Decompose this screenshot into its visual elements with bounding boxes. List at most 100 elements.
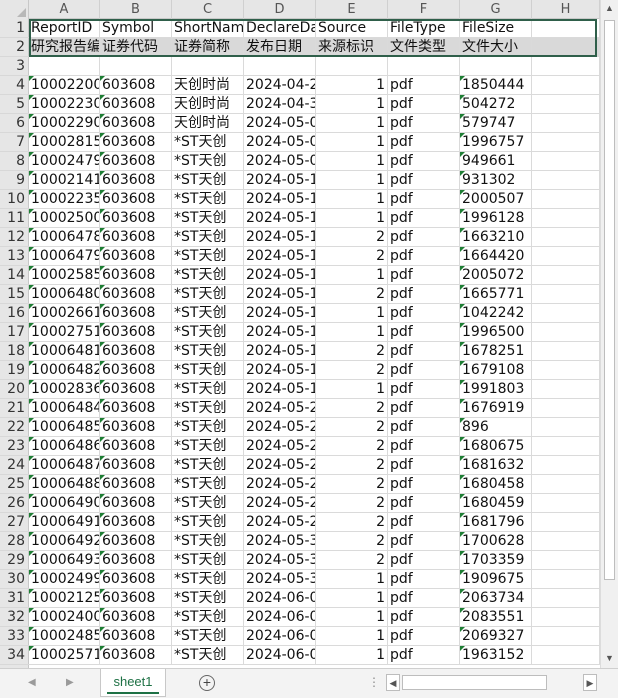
cell-h[interactable]: [532, 114, 600, 133]
cell-a[interactable]: 10006479: [29, 247, 100, 266]
cell-f[interactable]: pdf: [388, 266, 460, 285]
cell-c[interactable]: *ST天创: [172, 190, 244, 209]
cell-c[interactable]: *ST天创: [172, 152, 244, 171]
row-header[interactable]: 3: [0, 57, 29, 76]
cell-c[interactable]: *ST天创: [172, 399, 244, 418]
cell-d[interactable]: 2024-06-0: [244, 608, 316, 627]
cell-d[interactable]: 2024-05-3: [244, 532, 316, 551]
row-header[interactable]: 9: [0, 171, 29, 190]
cell-e[interactable]: 1: [316, 266, 388, 285]
cell-d[interactable]: 2024-06-0: [244, 627, 316, 646]
next-sheet-icon[interactable]: ▶: [66, 677, 74, 688]
cell-a[interactable]: 10006491: [29, 513, 100, 532]
cell-h[interactable]: [532, 95, 600, 114]
cell-e[interactable]: 2: [316, 456, 388, 475]
prev-sheet-icon[interactable]: ◀: [28, 677, 36, 688]
cell-b[interactable]: 603608: [100, 190, 172, 209]
cell-b[interactable]: 603608: [100, 361, 172, 380]
cell-a[interactable]: 10006481: [29, 342, 100, 361]
cell-b[interactable]: 603608: [100, 152, 172, 171]
cell-g[interactable]: 1679108: [460, 361, 532, 380]
cell-e[interactable]: 2: [316, 532, 388, 551]
cell-g[interactable]: [460, 57, 532, 76]
cell-d[interactable]: 2024-05-1: [244, 285, 316, 304]
cell-d[interactable]: 2024-05-0: [244, 114, 316, 133]
cell-g[interactable]: 1681796: [460, 513, 532, 532]
cell-g[interactable]: FileSize: [460, 19, 532, 38]
add-sheet-icon[interactable]: +: [199, 675, 215, 691]
cell-b[interactable]: 603608: [100, 570, 172, 589]
row-header[interactable]: 34: [0, 646, 29, 665]
cell-g[interactable]: 2063734: [460, 589, 532, 608]
row-header[interactable]: 30: [0, 570, 29, 589]
cell-b[interactable]: 603608: [100, 171, 172, 190]
row-header[interactable]: 21: [0, 399, 29, 418]
cell-b[interactable]: 603608: [100, 399, 172, 418]
horizontal-scroll-thumb[interactable]: [402, 675, 547, 690]
cell-a[interactable]: 10006493: [29, 551, 100, 570]
cell-g[interactable]: 1909675: [460, 570, 532, 589]
row-header[interactable]: 31: [0, 589, 29, 608]
cell-h[interactable]: [532, 266, 600, 285]
cell-h[interactable]: [532, 608, 600, 627]
cell-a[interactable]: 10002661: [29, 304, 100, 323]
cell-f[interactable]: pdf: [388, 475, 460, 494]
row-header[interactable]: 17: [0, 323, 29, 342]
cell-h[interactable]: [532, 323, 600, 342]
cell-e[interactable]: 1: [316, 76, 388, 95]
cell-b[interactable]: 603608: [100, 323, 172, 342]
cell-c[interactable]: *ST天创: [172, 342, 244, 361]
cell-b[interactable]: 603608: [100, 494, 172, 513]
cell-c[interactable]: *ST天创: [172, 228, 244, 247]
cell-b[interactable]: 603608: [100, 589, 172, 608]
cell-g[interactable]: 1680458: [460, 475, 532, 494]
cell-h[interactable]: [532, 190, 600, 209]
cell-a[interactable]: 10006488: [29, 475, 100, 494]
cell-c[interactable]: *ST天创: [172, 494, 244, 513]
cell-f[interactable]: pdf: [388, 570, 460, 589]
row-header[interactable]: 6: [0, 114, 29, 133]
cell-h[interactable]: [532, 418, 600, 437]
cell-b[interactable]: Symbol: [100, 19, 172, 38]
cell-a[interactable]: 10002500: [29, 209, 100, 228]
cell-b[interactable]: 证券代码: [100, 38, 172, 57]
cell-e[interactable]: 1: [316, 323, 388, 342]
row-header[interactable]: 16: [0, 304, 29, 323]
row-header[interactable]: 1: [0, 19, 29, 38]
cell-g[interactable]: 931302: [460, 171, 532, 190]
cell-h[interactable]: [532, 627, 600, 646]
cell-e[interactable]: 2: [316, 361, 388, 380]
cell-h[interactable]: [532, 152, 600, 171]
cell-h[interactable]: [532, 361, 600, 380]
row-header[interactable]: 10: [0, 190, 29, 209]
cell-h[interactable]: [532, 171, 600, 190]
cell-b[interactable]: 603608: [100, 608, 172, 627]
cell-g[interactable]: 1676919: [460, 399, 532, 418]
cell-c[interactable]: *ST天创: [172, 551, 244, 570]
cell-c[interactable]: 天创时尚: [172, 114, 244, 133]
cell-c[interactable]: 天创时尚: [172, 76, 244, 95]
cell-a[interactable]: 10002585: [29, 266, 100, 285]
cell-f[interactable]: pdf: [388, 228, 460, 247]
cell-c[interactable]: *ST天创: [172, 304, 244, 323]
cell-f[interactable]: pdf: [388, 171, 460, 190]
cell-a[interactable]: 10002290: [29, 114, 100, 133]
cell-e[interactable]: 1: [316, 627, 388, 646]
column-header-c[interactable]: C: [172, 0, 244, 19]
row-header[interactable]: 13: [0, 247, 29, 266]
cell-e[interactable]: 1: [316, 114, 388, 133]
cell-g[interactable]: 896: [460, 418, 532, 437]
row-header[interactable]: 7: [0, 133, 29, 152]
cell-d[interactable]: 2024-05-1: [244, 304, 316, 323]
cell-d[interactable]: 2024-05-1: [244, 266, 316, 285]
cell-e[interactable]: 来源标识: [316, 38, 388, 57]
row-header[interactable]: 29: [0, 551, 29, 570]
cell-f[interactable]: pdf: [388, 589, 460, 608]
cell-g[interactable]: 1996757: [460, 133, 532, 152]
cell-h[interactable]: [532, 133, 600, 152]
cell-h[interactable]: [532, 437, 600, 456]
row-header[interactable]: 20: [0, 380, 29, 399]
cell-d[interactable]: 2024-05-1: [244, 342, 316, 361]
cell-d[interactable]: 2024-05-1: [244, 323, 316, 342]
row-header[interactable]: 15: [0, 285, 29, 304]
